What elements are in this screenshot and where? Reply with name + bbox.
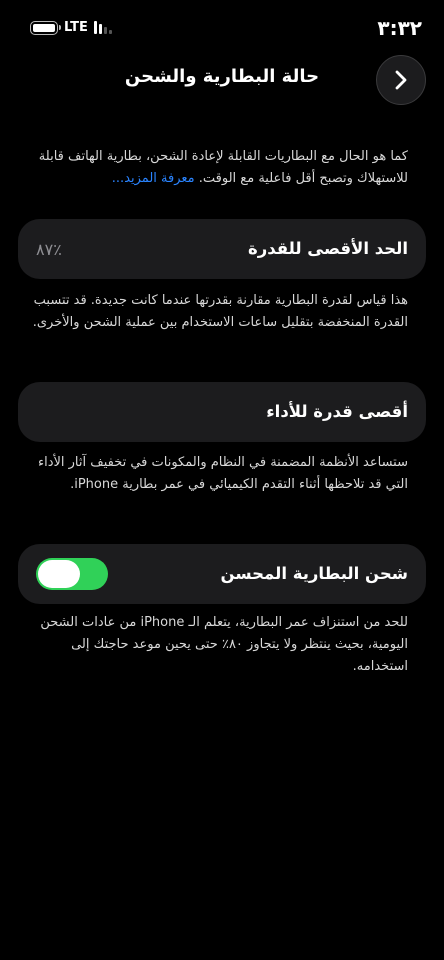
intro-text: كما هو الحال مع البطاريات القابلة لإعادة… bbox=[38, 149, 408, 186]
peak-performance-description: ستساعد الأنظمة المضمنة في النظام والمكون… bbox=[37, 455, 408, 492]
optimized-charging-label: شحن البطارية المحسن bbox=[220, 564, 408, 583]
optimized-charging-row: شحن البطارية المحسن bbox=[18, 544, 426, 604]
peak-performance-label: أقصى قدرة للأداء bbox=[266, 402, 408, 421]
battery-icon bbox=[30, 20, 61, 35]
optimized-charging-description: للحد من استنزاف عمر البطارية، يتعلم الـ … bbox=[40, 615, 408, 674]
status-indicators: LTE bbox=[30, 20, 112, 35]
intro-note: كما هو الحال مع البطاريات القابلة لإعادة… bbox=[24, 146, 408, 190]
chevron-right-icon bbox=[395, 70, 407, 90]
status-bar: LTE ٣:٣٢ bbox=[0, 0, 444, 56]
clock: ٣:٣٢ bbox=[377, 16, 422, 40]
max-capacity-description: هذا قياس لقدرة البطارية مقارنة بقدرتها ع… bbox=[32, 293, 408, 330]
signal-icon bbox=[93, 21, 112, 34]
network-label: LTE bbox=[64, 20, 88, 35]
max-capacity-label: الحد الأقصى للقدرة bbox=[247, 239, 408, 258]
max-capacity-row: الحد الأقصى للقدرة ٨٧٪ bbox=[18, 219, 426, 279]
optimized-charging-toggle[interactable] bbox=[36, 558, 108, 590]
toggle-knob bbox=[38, 560, 80, 588]
learn-more-link[interactable]: معرفة المزيد... bbox=[112, 171, 195, 186]
max-capacity-value: ٨٧٪ bbox=[36, 240, 62, 259]
peak-performance-row: أقصى قدرة للأداء bbox=[18, 382, 426, 442]
back-button[interactable] bbox=[376, 55, 426, 105]
